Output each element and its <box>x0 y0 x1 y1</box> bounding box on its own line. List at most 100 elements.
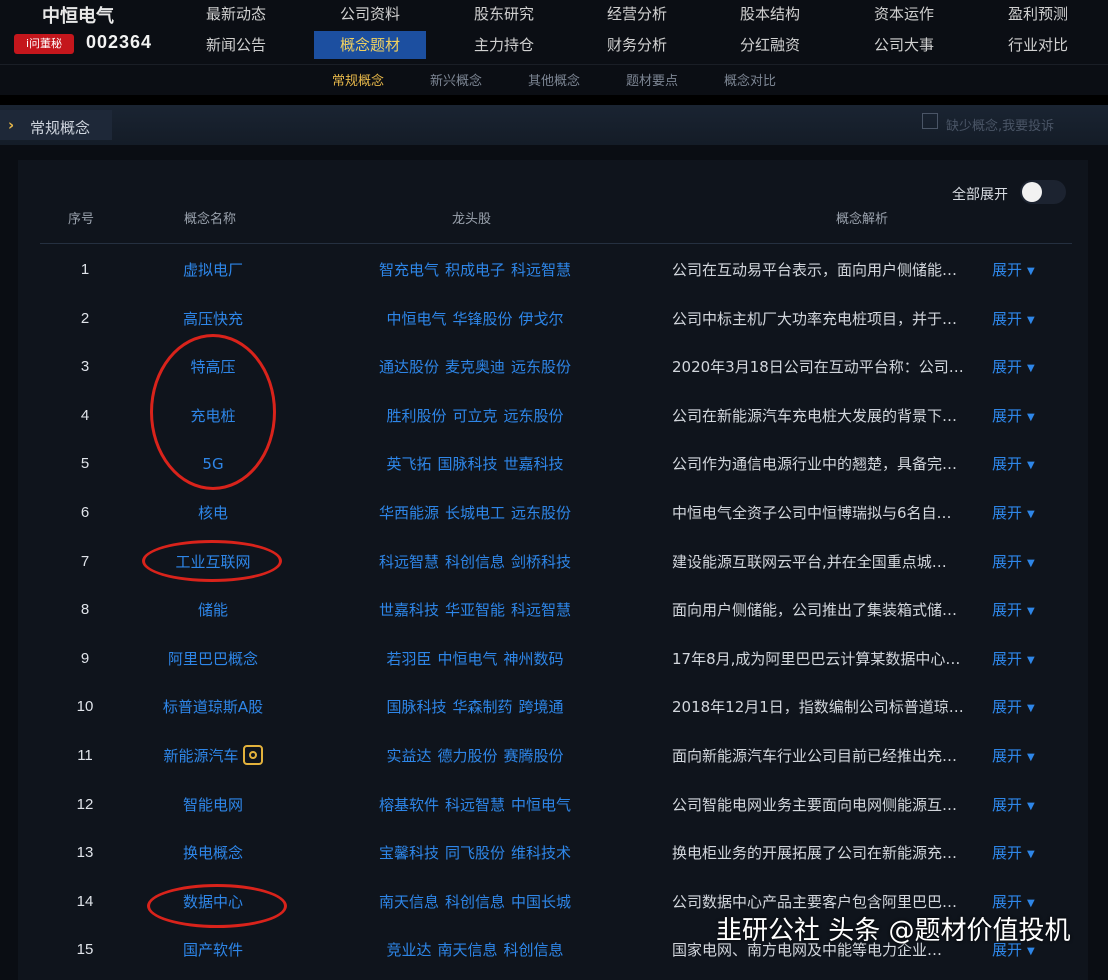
leader-stock-link[interactable]: 科远智慧 <box>511 261 571 279</box>
concept-name-cell: 高压快充 <box>138 299 288 339</box>
leader-stock-link[interactable]: 维科技术 <box>511 844 571 862</box>
ask-secretary-badge[interactable]: i问董秘 <box>14 34 74 54</box>
expand-button[interactable]: 展开 ▼ <box>992 687 1052 727</box>
nav-item[interactable]: 主力持仓 <box>444 31 564 59</box>
subnav-tab[interactable]: 题材要点 <box>626 70 678 89</box>
subnav-tab[interactable]: 概念对比 <box>724 70 776 89</box>
leader-stock-link[interactable]: 德力股份 <box>437 747 497 765</box>
leader-stock-link[interactable]: 科远智慧 <box>379 553 439 571</box>
leader-stock-link[interactable]: 科远智慧 <box>445 796 505 814</box>
leader-stock-link[interactable]: 华森制药 <box>452 698 512 716</box>
expand-button[interactable]: 展开 ▼ <box>992 444 1052 484</box>
leader-stock-link[interactable]: 中恒电气 <box>386 310 446 328</box>
expand-button[interactable]: 展开 ▼ <box>992 250 1052 290</box>
leader-stock-link[interactable]: 竞业达 <box>386 941 431 959</box>
concept-name-link[interactable]: 阿里巴巴概念 <box>168 650 258 668</box>
leader-stock-link[interactable]: 科创信息 <box>445 893 505 911</box>
leader-stock-link[interactable]: 可立克 <box>452 407 497 425</box>
leader-stock-link[interactable]: 伊戈尔 <box>519 310 564 328</box>
leader-stock-link[interactable]: 宝馨科技 <box>379 844 439 862</box>
leader-stock-link[interactable]: 同飞股份 <box>445 844 505 862</box>
subnav-tab[interactable]: 新兴概念 <box>430 70 482 89</box>
nav-item[interactable]: 经营分析 <box>577 0 697 28</box>
leader-stock-link[interactable]: 智充电气 <box>379 261 439 279</box>
expand-button[interactable]: 展开 ▼ <box>992 493 1052 533</box>
leader-stock-link[interactable]: 华西能源 <box>379 504 439 522</box>
concept-name-link[interactable]: 智能电网 <box>183 796 243 814</box>
feedback-link[interactable]: 缺少概念,我要投诉 <box>946 115 1054 134</box>
edit-icon[interactable] <box>922 113 938 129</box>
nav-item[interactable]: 盈利预测 <box>978 0 1098 28</box>
leader-stock-link[interactable]: 科创信息 <box>445 553 505 571</box>
concept-name-link[interactable]: 新能源汽车 <box>163 747 238 765</box>
hot-concept-icon[interactable] <box>242 745 263 765</box>
concept-name-link[interactable]: 储能 <box>198 601 228 619</box>
nav-item[interactable]: 新闻公告 <box>176 31 296 59</box>
caret-down-icon: ▼ <box>1027 363 1035 375</box>
nav-item[interactable]: 公司资料 <box>310 0 430 28</box>
leader-stock-link[interactable]: 英飞拓 <box>386 455 431 473</box>
concept-name-link[interactable]: 核电 <box>198 504 228 522</box>
concept-name-link[interactable]: 换电概念 <box>183 844 243 862</box>
leader-stock-link[interactable]: 华锋股份 <box>452 310 512 328</box>
nav-item-active[interactable]: 概念题材 <box>314 31 426 59</box>
row-index: 10 <box>76 698 94 716</box>
nav-item[interactable]: 公司大事 <box>844 31 964 59</box>
concept-analysis: 公司作为通信电源行业中的翘楚，具备完… <box>672 455 958 474</box>
leader-stock-link[interactable]: 赛腾股份 <box>504 747 564 765</box>
leader-stock-link[interactable]: 国脉科技 <box>386 698 446 716</box>
leader-stock-link[interactable]: 麦克奥迪 <box>445 358 505 376</box>
leader-stock-link[interactable]: 南天信息 <box>437 941 497 959</box>
expand-button[interactable]: 展开 ▼ <box>992 736 1052 776</box>
leader-stock-link[interactable]: 远东股份 <box>504 407 564 425</box>
leader-stock-link[interactable]: 跨境通 <box>519 698 564 716</box>
concept-name-link[interactable]: 虚拟电厂 <box>183 261 243 279</box>
leader-stock-link[interactable]: 科远智慧 <box>511 601 571 619</box>
expand-label: 展开 <box>992 747 1023 765</box>
expand-label: 展开 <box>992 649 1023 668</box>
leader-stock-link[interactable]: 胜利股份 <box>386 407 446 425</box>
leader-stock-link[interactable]: 通达股份 <box>379 358 439 376</box>
nav-item[interactable]: 股本结构 <box>710 0 830 28</box>
leader-stock-link[interactable]: 远东股份 <box>511 358 571 376</box>
nav-item[interactable]: 行业对比 <box>978 31 1098 59</box>
expand-button[interactable]: 展开 ▼ <box>992 785 1052 825</box>
leader-stock-link[interactable]: 中恒电气 <box>437 650 497 668</box>
leader-stock-link[interactable]: 科创信息 <box>504 941 564 959</box>
expand-button[interactable]: 展开 ▼ <box>992 347 1052 387</box>
expand-button[interactable]: 展开 ▼ <box>992 542 1052 582</box>
subnav-tab[interactable]: 其他概念 <box>528 70 580 89</box>
nav-item[interactable]: 最新动态 <box>176 0 296 28</box>
expand-button[interactable]: 展开 ▼ <box>992 590 1052 630</box>
expand-button[interactable]: 展开 ▼ <box>992 299 1052 339</box>
leader-stock-link[interactable]: 世嘉科技 <box>504 455 564 473</box>
expand-button[interactable]: 展开 ▼ <box>992 833 1052 873</box>
leader-stock-link[interactable]: 积成电子 <box>445 261 505 279</box>
leader-stock-link[interactable]: 远东股份 <box>511 504 571 522</box>
leader-stock-link[interactable]: 榕基软件 <box>379 796 439 814</box>
nav-item[interactable]: 股东研究 <box>444 0 564 28</box>
leader-stock-link[interactable]: 华亚智能 <box>445 601 505 619</box>
leader-stock-link[interactable]: 长城电工 <box>445 504 505 522</box>
nav-item[interactable]: 资本运作 <box>844 0 964 28</box>
nav-item[interactable]: 分红融资 <box>710 31 830 59</box>
leader-stock-link[interactable]: 若羽臣 <box>386 650 431 668</box>
expand-all-toggle[interactable] <box>1020 180 1066 204</box>
concept-name-link[interactable]: 标普道琼斯A股 <box>163 698 263 716</box>
leader-stock-link[interactable]: 神州数码 <box>504 650 564 668</box>
concept-name-link[interactable]: 高压快充 <box>183 310 243 328</box>
leader-stock-link[interactable]: 中国长城 <box>511 893 571 911</box>
expand-button[interactable]: 展开 ▼ <box>992 639 1052 679</box>
subnav-tab[interactable]: 常规概念 <box>332 70 384 89</box>
leader-stocks-cell: 实益达 德力股份 赛腾股份 <box>350 736 600 776</box>
expand-button[interactable]: 展开 ▼ <box>992 396 1052 436</box>
leader-stock-link[interactable]: 南天信息 <box>379 893 439 911</box>
nav-item[interactable]: 财务分析 <box>577 31 697 59</box>
leader-stock-link[interactable]: 剑桥科技 <box>511 553 571 571</box>
caret-down-icon: ▼ <box>1027 411 1035 423</box>
leader-stock-link[interactable]: 实益达 <box>386 747 431 765</box>
leader-stock-link[interactable]: 国脉科技 <box>437 455 497 473</box>
concept-name-link[interactable]: 国产软件 <box>183 941 243 959</box>
leader-stock-link[interactable]: 世嘉科技 <box>379 601 439 619</box>
leader-stock-link[interactable]: 中恒电气 <box>511 796 571 814</box>
